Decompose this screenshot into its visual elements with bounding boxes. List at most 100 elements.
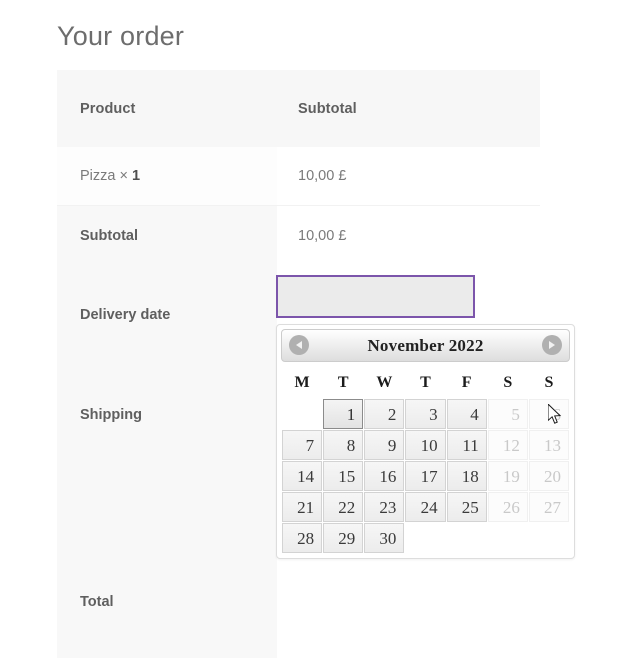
datepicker-day-4[interactable]: 4 [446, 399, 487, 429]
datepicker-day-cell: 15 [323, 461, 364, 491]
weekday-header-wed: W [376, 374, 393, 391]
chevron-left-icon [296, 341, 302, 349]
datepicker-day-cell: 11 [446, 430, 487, 460]
total-label: Total [57, 572, 277, 658]
datepicker-header: November 2022 [281, 329, 570, 362]
datepicker-day-19: 19 [487, 461, 528, 491]
table-row-product: Pizza × 1 10,00 £ [57, 147, 540, 206]
delivery-date-label: Delivery date [57, 285, 277, 385]
shipping-label: Shipping [57, 385, 277, 572]
weekday-header-mon: M [294, 374, 310, 391]
datepicker-day-cell [282, 399, 322, 429]
datepicker-day-30[interactable]: 30 [364, 523, 405, 553]
datepicker-week-row: 21 22 23 24 25 26 27 [282, 492, 569, 522]
datepicker-day-cell: 4 [446, 399, 487, 429]
datepicker-grid: M T W T F S S 1 2 3 4 5 6 7 8 9 10 11 12 13 14 15 16 17 1… [281, 368, 570, 554]
datepicker-day-cell: 14 [282, 461, 323, 491]
datepicker-day-11[interactable]: 11 [446, 430, 487, 460]
datepicker-day-cell: 24 [405, 492, 446, 522]
delivery-date-input[interactable] [276, 275, 475, 318]
datepicker-day-cell: 2 [364, 399, 405, 429]
datepicker-day-28[interactable]: 28 [282, 523, 323, 553]
datepicker-day-cell: 5 [487, 399, 528, 429]
datepicker-day-14[interactable]: 14 [282, 461, 323, 491]
datepicker-day-cell: 17 [405, 461, 446, 491]
datepicker-day-15[interactable]: 15 [323, 461, 364, 491]
datepicker-day-6: 6 [528, 399, 569, 429]
subtotal-label: Subtotal [57, 205, 277, 285]
datepicker-title: November 2022 [367, 335, 484, 355]
datepicker-day-cell: 16 [364, 461, 405, 491]
datepicker-day-cell: 18 [446, 461, 487, 491]
datepicker-day-cell: 23 [364, 492, 405, 522]
datepicker-day-cell [488, 523, 528, 553]
datepicker-day-20: 20 [528, 461, 569, 491]
datepicker-day-23[interactable]: 23 [364, 492, 405, 522]
datepicker-day-cell: 22 [323, 492, 364, 522]
datepicker-day-cell: 30 [364, 523, 405, 553]
prev-month-icon[interactable] [289, 335, 309, 355]
table-header-row: Product Subtotal [57, 70, 540, 147]
product-qty: 1 [132, 168, 141, 184]
datepicker-day-13: 13 [528, 430, 569, 460]
datepicker-day-cell: 27 [528, 492, 569, 522]
datepicker-day-27: 27 [528, 492, 569, 522]
datepicker-day-29[interactable]: 29 [323, 523, 364, 553]
chevron-right-icon [549, 341, 555, 349]
datepicker-day-cell: 26 [487, 492, 528, 522]
datepicker-day-cell: 19 [487, 461, 528, 491]
datepicker-day-cell: 7 [282, 430, 323, 460]
datepicker-week-row: 14 15 16 17 18 19 20 [282, 461, 569, 491]
datepicker-week-row: 28 29 30 [282, 523, 569, 553]
weekday-header-thu: T [420, 374, 431, 391]
next-month-icon[interactable] [542, 335, 562, 355]
datepicker-day-cell: 21 [282, 492, 323, 522]
datepicker-panel: November 2022 M T W T F S S 1 2 3 4 5 6 7 8 9 10 1… [276, 324, 575, 559]
datepicker-day-cell: 29 [323, 523, 364, 553]
datepicker-weekday-row: M T W T F S S [282, 369, 569, 398]
datepicker-day-12: 12 [487, 430, 528, 460]
table-row-subtotal: Subtotal 10,00 £ [57, 205, 540, 285]
datepicker-day-cell: 3 [405, 399, 446, 429]
datepicker-day-17[interactable]: 17 [405, 461, 446, 491]
datepicker-day-7[interactable]: 7 [282, 430, 323, 460]
datepicker-day-22[interactable]: 22 [323, 492, 364, 522]
product-name: Pizza [80, 168, 116, 184]
weekday-header-tue: T [337, 374, 349, 391]
datepicker-day-cell: 20 [528, 461, 569, 491]
datepicker-day-cell: 1 [323, 399, 364, 429]
datepicker-week-row: 7 8 9 10 11 12 13 [282, 430, 569, 460]
datepicker-day-10[interactable]: 10 [405, 430, 446, 460]
datepicker-day-cell: 25 [446, 492, 487, 522]
datepicker-day-24[interactable]: 24 [405, 492, 446, 522]
datepicker-day-21[interactable]: 21 [282, 492, 323, 522]
product-name-cell: Pizza × 1 [57, 147, 277, 206]
datepicker-day-1[interactable]: 1 [323, 399, 364, 429]
datepicker-day-18[interactable]: 18 [446, 461, 487, 491]
datepicker-day-8[interactable]: 8 [323, 430, 364, 460]
total-value [277, 572, 540, 658]
product-subtotal-cell: 10,00 £ [277, 147, 540, 206]
datepicker-day-cell: 6 [528, 399, 569, 429]
subtotal-value: 10,00 £ [277, 205, 540, 285]
datepicker-day-5: 5 [487, 399, 528, 429]
datepicker-day-25[interactable]: 25 [446, 492, 487, 522]
weekday-header-fri: F [461, 374, 472, 391]
datepicker-day-3[interactable]: 3 [405, 399, 446, 429]
table-row-total: Total [57, 572, 540, 658]
datepicker-day-16[interactable]: 16 [364, 461, 405, 491]
product-qty-separator: × [119, 168, 128, 184]
datepicker-day-2[interactable]: 2 [364, 399, 405, 429]
datepicker-weeks: 1 2 3 4 5 6 7 8 9 10 11 12 13 14 15 16 17 18 19 20 21 22 23 24 2… [282, 399, 569, 553]
weekday-header-sat: S [503, 374, 513, 391]
page-title: Your order [57, 21, 185, 51]
datepicker-week-row: 123456 [282, 399, 569, 429]
datepicker-day-cell [405, 523, 445, 553]
datepicker-day-cell: 12 [487, 430, 528, 460]
datepicker-day-cell: 8 [323, 430, 364, 460]
datepicker-day-cell: 13 [528, 430, 569, 460]
datepicker-day-cell: 10 [405, 430, 446, 460]
datepicker-day-9[interactable]: 9 [364, 430, 405, 460]
column-header-product: Product [57, 70, 277, 147]
weekday-header-sun: S [544, 374, 554, 391]
